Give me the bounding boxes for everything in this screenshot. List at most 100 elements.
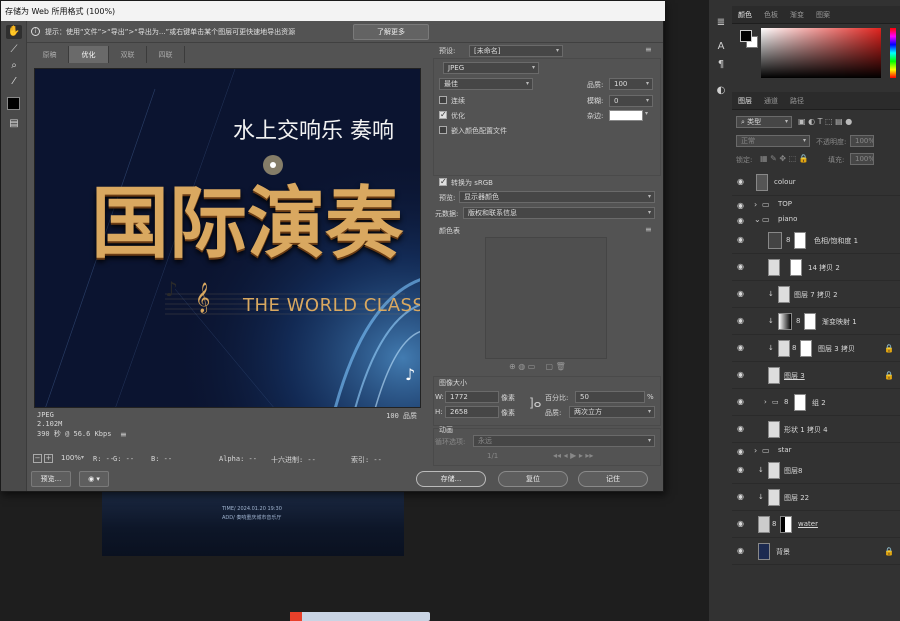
blur-input[interactable]: 0 ▾ <box>609 95 653 107</box>
tab-2-up[interactable]: 双联 <box>109 46 147 63</box>
matte-color-swatch[interactable] <box>609 110 643 121</box>
opacity-input[interactable]: 100% <box>850 135 874 147</box>
blend-mode-select[interactable]: 正常 ▾ <box>736 135 810 147</box>
visibility-eye-icon[interactable]: ◉ <box>737 344 747 352</box>
zoom-in-button[interactable]: + <box>44 454 53 463</box>
tab-optimized[interactable]: 优化 <box>69 46 109 63</box>
layer-group-row[interactable]: ◉ › ▭ 8 组 2 <box>732 390 900 416</box>
progressive-checkbox[interactable] <box>439 96 447 104</box>
resample-quality-select[interactable]: 两次立方 ▾ <box>569 406 655 418</box>
visibility-eye-icon[interactable]: ◉ <box>737 547 747 555</box>
adjustments-icon[interactable]: ◐ <box>714 84 728 98</box>
tab-patterns[interactable]: 图案 <box>816 10 830 20</box>
visibility-eye-icon[interactable]: ◉ <box>737 263 747 271</box>
preview-button[interactable]: 预览... <box>31 471 71 487</box>
eyedropper-color-swatch[interactable] <box>7 97 20 110</box>
layer-row[interactable]: ◉ 8 色相/饱和度 1 <box>732 228 900 254</box>
layer-group-row[interactable]: ◉ › ▭ TOP <box>732 197 900 213</box>
zoom-out-button[interactable]: − <box>33 454 42 463</box>
loop-options-select[interactable]: 永远 ▾ <box>473 435 655 447</box>
visibility-eye-icon[interactable]: ◉ <box>737 178 747 186</box>
layer-row[interactable]: ◉ ↓ 图层 22 <box>732 485 900 511</box>
tab-original[interactable]: 原稿 <box>31 46 69 63</box>
width-input[interactable]: 1772 <box>445 391 499 403</box>
character-icon[interactable]: A <box>714 40 728 54</box>
lock-icons[interactable]: ▦ ✎ ✥ ⬚ 🔒 <box>760 154 809 163</box>
matte-dropdown-icon[interactable]: ▾ <box>645 110 648 117</box>
visibility-eye-icon[interactable]: ◉ <box>737 520 747 528</box>
eyedropper-tool-icon[interactable]: ⁄ <box>6 75 22 89</box>
chevron-right-icon[interactable]: › <box>754 446 757 455</box>
slice-select-tool-icon[interactable]: ⟋ <box>6 43 22 57</box>
layer-row[interactable]: ◉ 14 拷贝 2 <box>732 255 900 281</box>
tab-4-up[interactable]: 四联 <box>147 46 185 63</box>
color-table-area[interactable] <box>485 237 607 359</box>
layer-row[interactable]: ◉ 图层 3 🔒 <box>732 363 900 389</box>
layer-row[interactable]: ◉ ↓ 图层 7 拷贝 2 <box>732 282 900 308</box>
layer-row[interactable]: ◉ colour <box>732 170 900 196</box>
constrain-proportions-icon[interactable]: ]ⴰ <box>529 396 541 410</box>
format-select[interactable]: JPEG ▾ <box>443 62 539 74</box>
layer-group-row[interactable]: ◉ ⌄ ▭ piano <box>732 212 900 228</box>
zoom-level-select[interactable]: 100% ▾ <box>57 453 87 465</box>
info-menu-icon[interactable]: ≡ <box>120 430 127 439</box>
hue-slider[interactable] <box>890 28 896 78</box>
layer-group-row[interactable]: ◉ › ▭ star <box>732 443 900 459</box>
visibility-eye-icon[interactable]: ◉ <box>737 493 747 501</box>
visibility-eye-icon[interactable]: ◉ <box>737 317 747 325</box>
tab-paths[interactable]: 路径 <box>790 96 804 106</box>
learn-more-button[interactable]: 了解更多 <box>353 24 429 40</box>
layer-filter-icons[interactable]: ▣ ◐ T ⬚ ▤ ● <box>798 117 852 126</box>
tab-swatches[interactable]: 色板 <box>764 10 778 20</box>
convert-srgb-checkbox[interactable] <box>439 177 447 186</box>
preset-select[interactable]: [未命名] ▾ <box>469 45 563 57</box>
foreground-color-swatch[interactable] <box>740 30 752 42</box>
quality-preset-select[interactable]: 最佳 ▾ <box>439 78 533 90</box>
history-icon[interactable]: ≣ <box>714 16 728 30</box>
zoom-tool-icon[interactable]: ⌕ <box>6 59 22 73</box>
chevron-right-icon[interactable]: › <box>764 398 767 406</box>
paragraph-icon[interactable]: ¶ <box>714 58 728 72</box>
color-table-tools[interactable]: ⊕ ◍ ▭ ▢ 🗑 <box>509 362 566 371</box>
visibility-eye-icon[interactable]: ◉ <box>737 425 747 433</box>
settings-menu-icon[interactable]: ≡ <box>645 45 652 54</box>
embed-profile-checkbox[interactable] <box>439 126 447 134</box>
tab-layers[interactable]: 图层 <box>738 96 752 106</box>
visibility-eye-icon[interactable]: ◉ <box>737 290 747 298</box>
visibility-eye-icon[interactable]: ◉ <box>737 398 747 406</box>
chevron-down-icon[interactable]: ⌄ <box>754 215 761 224</box>
hand-tool-icon[interactable]: ✋ <box>6 25 22 39</box>
save-button[interactable]: 存储... <box>416 471 486 487</box>
layer-kind-filter[interactable]: ⌕ 类型 ▾ <box>736 116 792 128</box>
tab-channels[interactable]: 通道 <box>764 96 778 106</box>
color-picker-field[interactable] <box>761 28 881 78</box>
fill-input[interactable]: 100% <box>850 153 874 165</box>
layer-row[interactable]: ◉ 8 water <box>732 512 900 538</box>
visibility-eye-icon[interactable]: ◉ <box>737 201 744 210</box>
visibility-eye-icon[interactable]: ◉ <box>737 466 747 474</box>
tab-color[interactable]: 颜色 <box>738 10 752 20</box>
layer-row[interactable]: ◉ 背景 🔒 <box>732 539 900 565</box>
visibility-eye-icon[interactable]: ◉ <box>737 371 747 379</box>
quality-input[interactable]: 100 ▾ <box>609 78 653 90</box>
percent-input[interactable]: 50 <box>575 391 645 403</box>
layer-row[interactable]: ◉ ↓ 图层8 <box>732 458 900 484</box>
chevron-right-icon[interactable]: › <box>754 200 757 209</box>
color-table-menu-icon[interactable]: ≡ <box>645 225 652 234</box>
visibility-eye-icon[interactable]: ◉ <box>737 236 747 244</box>
layer-row[interactable]: ◉ 形状 1 拷贝 4 <box>732 417 900 443</box>
animation-controls[interactable]: ◂◂ ◂ ▶ ▸ ▸▸ <box>553 451 593 460</box>
optimized-preview[interactable]: 水上交响乐 奏响 国际演奏 ♪ 𝄞 THE WORLD CLASS ♪ <box>34 68 421 408</box>
optimized-checkbox[interactable] <box>439 110 447 119</box>
layer-row[interactable]: ◉ ↓ 8 渐变映射 1 <box>732 309 900 335</box>
metadata-select[interactable]: 版权和联系信息 ▾ <box>463 207 655 219</box>
height-input[interactable]: 2658 <box>445 406 499 418</box>
preview-select[interactable]: 显示器颜色 ▾ <box>459 191 655 203</box>
visibility-eye-icon[interactable]: ◉ <box>737 216 744 225</box>
remember-button[interactable]: 记住 <box>578 471 648 487</box>
layer-row[interactable]: ◉ ↓ 8 图层 3 拷贝 🔒 <box>732 336 900 362</box>
browser-select[interactable]: ◉ ▾ <box>79 471 109 487</box>
toggle-slices-icon[interactable]: ▤ <box>6 117 22 131</box>
reset-button[interactable]: 复位 <box>498 471 568 487</box>
visibility-eye-icon[interactable]: ◉ <box>737 447 744 456</box>
